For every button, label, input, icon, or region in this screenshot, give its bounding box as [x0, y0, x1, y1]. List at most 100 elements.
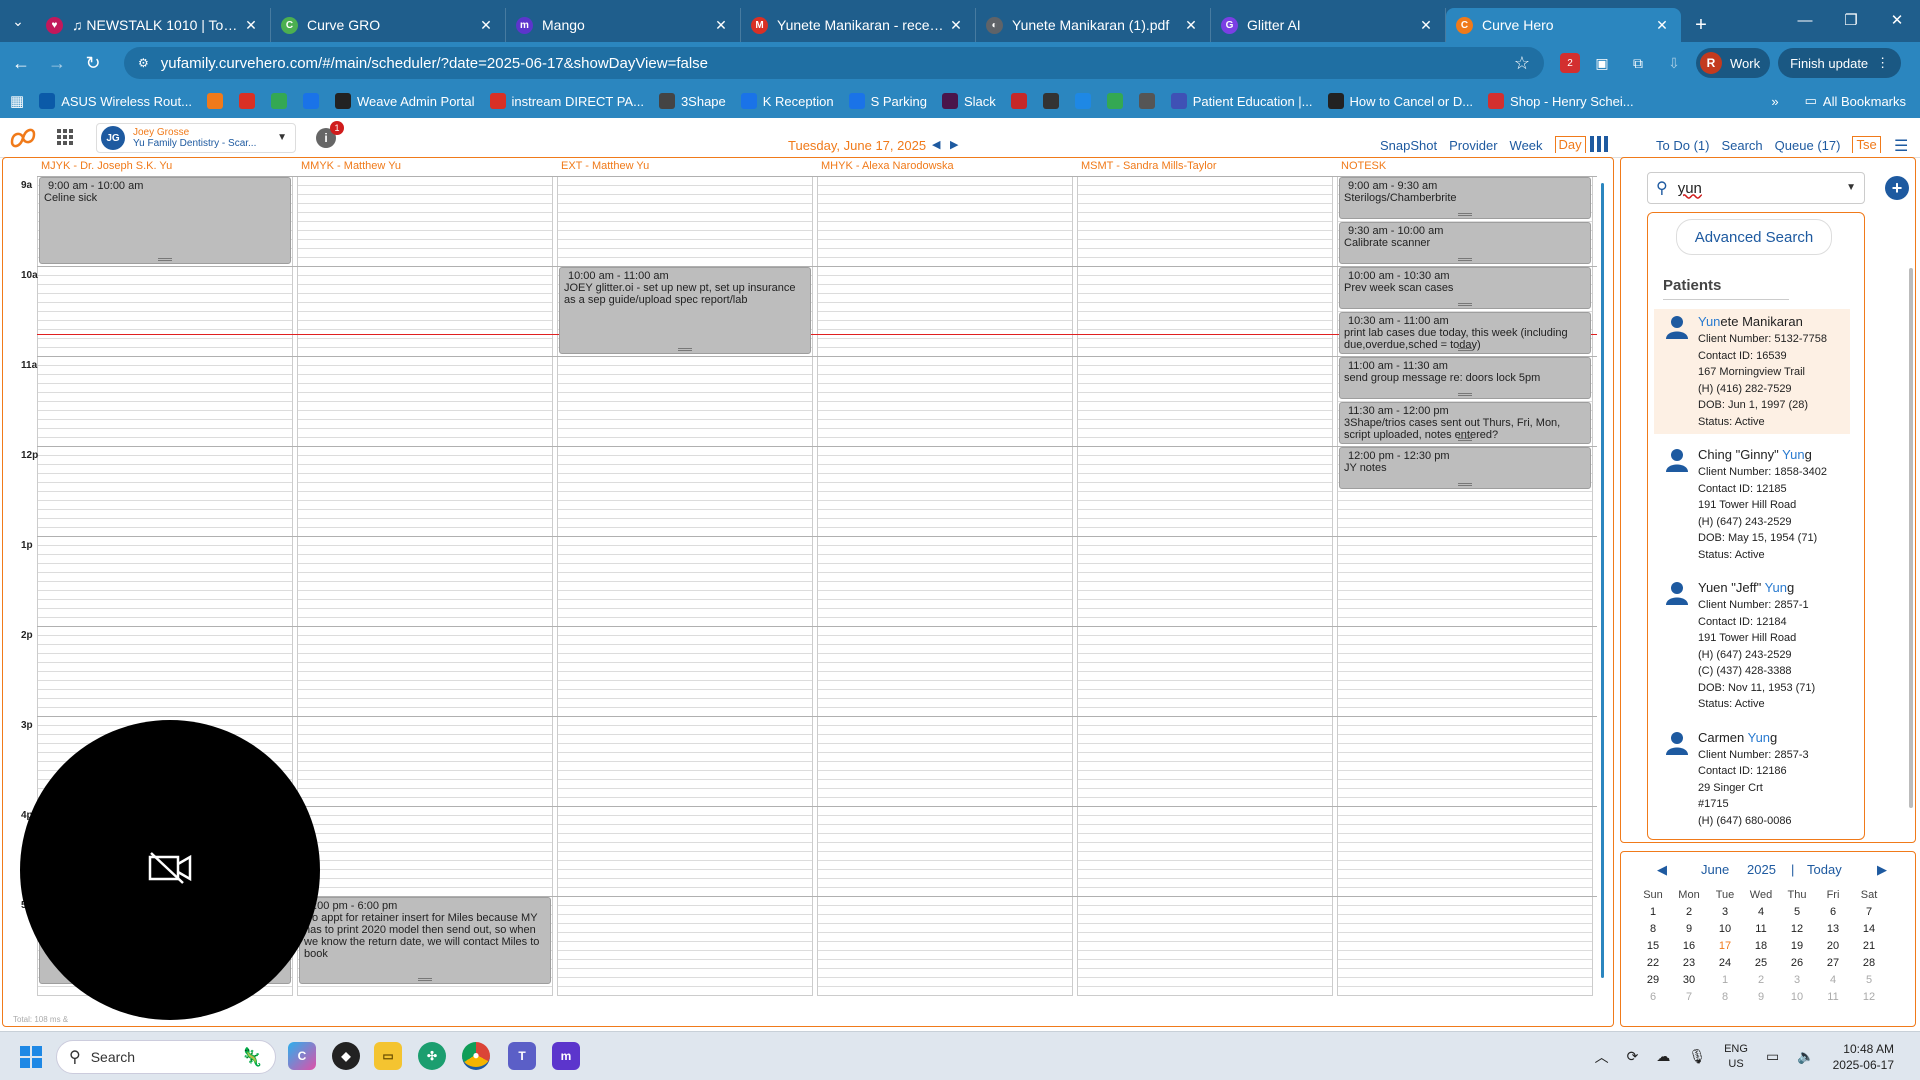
calendar-day[interactable]: 1: [1707, 974, 1743, 986]
browser-tab[interactable]: ◐ Yunete Manikaran (1).pdf ✕: [976, 8, 1211, 42]
calendar-day[interactable]: 28: [1851, 957, 1887, 969]
nav-link[interactable]: Search: [1721, 138, 1762, 153]
network-icon[interactable]: ▭: [1766, 1048, 1779, 1065]
forward-icon[interactable]: →: [42, 48, 72, 78]
view-link-snapshot[interactable]: SnapShot: [1380, 138, 1437, 153]
browser-tab[interactable]: ♥ ♫ NEWSTALK 1010 | Toronto's r✕: [36, 8, 271, 42]
appointment-block[interactable]: 9:00 am - 9:30 am Sterilogs/Chamberbrite: [1339, 177, 1591, 219]
calendar-day[interactable]: 20: [1815, 940, 1851, 952]
prev-day-icon[interactable]: ◀: [932, 138, 940, 151]
bookmark-item[interactable]: instream DIRECT PA...: [489, 93, 644, 109]
windows-start-icon[interactable]: [20, 1046, 42, 1068]
patient-result[interactable]: Yuen "Jeff" Yung Client Number: 2857-1 Con…: [1654, 575, 1850, 717]
provider-column[interactable]: [297, 176, 553, 996]
browser-tab[interactable]: C Curve GRO ✕: [271, 8, 506, 42]
bookmark-item[interactable]: Shop - Henry Schei...: [1488, 93, 1634, 109]
patient-search-input[interactable]: ⚲ yun ▼: [1647, 172, 1865, 204]
app-icon[interactable]: m: [552, 1042, 580, 1070]
back-icon[interactable]: ←: [6, 48, 36, 78]
advanced-search-button[interactable]: Advanced Search: [1676, 219, 1832, 255]
calendar-day[interactable]: 12: [1779, 923, 1815, 935]
resize-handle[interactable]: [418, 978, 432, 981]
apps-grid-icon[interactable]: [56, 128, 76, 148]
resize-handle[interactable]: [1458, 258, 1472, 261]
resize-handle[interactable]: [158, 258, 172, 261]
calendar-day[interactable]: 14: [1851, 923, 1887, 935]
scheduler-scrollbar[interactable]: [1601, 183, 1604, 978]
app-icon[interactable]: ✣: [418, 1042, 446, 1070]
calendar-day[interactable]: 5: [1779, 906, 1815, 918]
close-tab-icon[interactable]: ✕: [1182, 17, 1200, 34]
download-icon[interactable]: ⇩: [1660, 49, 1688, 77]
bookmark-item[interactable]: [270, 93, 293, 109]
bookmark-item[interactable]: [1074, 93, 1097, 109]
calendar-day[interactable]: 10: [1779, 991, 1815, 1003]
patient-result[interactable]: Ching "Ginny" Yung Client Number: 1858-34…: [1654, 442, 1850, 567]
browser-tab[interactable]: M Yunete Manikaran - reception@✕: [741, 8, 976, 42]
calendar-day[interactable]: 15: [1635, 940, 1671, 952]
calendar-day[interactable]: 1: [1635, 906, 1671, 918]
file-explorer-icon[interactable]: ▭: [374, 1042, 402, 1070]
calendar-day[interactable]: 26: [1779, 957, 1815, 969]
calendar-day[interactable]: 7: [1851, 906, 1887, 918]
calendar-day[interactable]: 3: [1707, 906, 1743, 918]
close-tab-icon[interactable]: ✕: [947, 17, 965, 34]
calendar-day[interactable]: 21: [1851, 940, 1887, 952]
bookmark-item[interactable]: K Reception: [740, 93, 834, 109]
bookmark-item[interactable]: Weave Admin Portal: [334, 93, 475, 109]
calendar-today-link[interactable]: Today: [1807, 862, 1842, 877]
columns-view-icon[interactable]: [1590, 136, 1608, 152]
sync-icon[interactable]: ⟳: [1627, 1048, 1639, 1065]
calendar-day[interactable]: 24: [1707, 957, 1743, 969]
language-indicator[interactable]: ENG US: [1724, 1042, 1748, 1072]
browser-tab[interactable]: m Mango ✕: [506, 8, 741, 42]
calendar-day[interactable]: 4: [1815, 974, 1851, 986]
calendar-day[interactable]: 23: [1671, 957, 1707, 969]
nav-link[interactable]: To Do (1): [1656, 138, 1709, 153]
site-info-icon[interactable]: ⚙: [138, 56, 149, 70]
camera-off-overlay[interactable]: [20, 720, 320, 1020]
close-tab-icon[interactable]: ✕: [712, 17, 730, 34]
nav-link[interactable]: Queue (17): [1775, 138, 1841, 153]
bookmark-item[interactable]: 3Shape: [658, 93, 726, 109]
bookmark-item[interactable]: [1106, 93, 1129, 109]
appointment-block[interactable]: 9:00 am - 10:00 am Celine sick: [39, 177, 291, 264]
close-tab-icon[interactable]: ✕: [242, 17, 260, 34]
appointment-block[interactable]: 10:00 am - 11:00 am JOEY glitter.oi - set…: [559, 267, 811, 354]
calendar-day[interactable]: 11: [1815, 991, 1851, 1003]
appointment-block[interactable]: 5:00 pm - 6:00 pm No appt for retainer in…: [299, 897, 551, 984]
bookmark-item[interactable]: How to Cancel or D...: [1327, 93, 1473, 109]
tab-search-icon[interactable]: ⌄: [0, 0, 36, 42]
bookmark-item[interactable]: [206, 93, 229, 109]
provider-column-header[interactable]: MJYK - Dr. Joseph S.K. Yu: [41, 160, 293, 176]
calendar-day[interactable]: 10: [1707, 923, 1743, 935]
volume-icon[interactable]: 🔈: [1797, 1048, 1814, 1065]
appointment-block[interactable]: 10:30 am - 11:00 am print lab cases due t…: [1339, 312, 1591, 354]
resize-handle[interactable]: [1458, 303, 1472, 306]
bookmark-item[interactable]: [1010, 93, 1033, 109]
resize-handle[interactable]: [678, 348, 692, 351]
panel-scrollbar[interactable]: [1909, 268, 1913, 808]
next-day-icon[interactable]: ▶: [950, 138, 958, 151]
profile-button[interactable]: R Work: [1696, 48, 1771, 78]
view-link-day[interactable]: Day: [1554, 136, 1586, 153]
bookmark-item[interactable]: Slack: [941, 93, 996, 109]
calendar-day[interactable]: 27: [1815, 957, 1851, 969]
user-location-selector[interactable]: JG Joey Grosse Yu Family Dentistry - Sca…: [96, 123, 296, 153]
next-month-icon[interactable]: ▶: [1877, 862, 1887, 878]
all-bookmarks[interactable]: All Bookmarks: [1823, 94, 1906, 109]
menu-icon[interactable]: ☰: [1894, 136, 1908, 156]
close-tab-icon[interactable]: ✕: [1653, 17, 1671, 34]
provider-column-header[interactable]: MMYK - Matthew Yu: [301, 160, 553, 176]
patient-result[interactable]: Carmen Yung Client Number: 2857-3 Contact …: [1654, 725, 1850, 834]
add-patient-button[interactable]: +: [1885, 176, 1909, 200]
chrome-icon[interactable]: ●: [462, 1042, 490, 1070]
calendar-day[interactable]: 22: [1635, 957, 1671, 969]
calendar-day[interactable]: 13: [1815, 923, 1851, 935]
restore-icon[interactable]: ❐: [1828, 0, 1874, 40]
minimize-icon[interactable]: —: [1782, 0, 1828, 40]
close-window-icon[interactable]: ✕: [1874, 0, 1920, 40]
extensions-puzzle-icon[interactable]: ⧉: [1624, 49, 1652, 77]
prev-month-icon[interactable]: ◀: [1657, 862, 1667, 878]
calendar-day[interactable]: 29: [1635, 974, 1671, 986]
